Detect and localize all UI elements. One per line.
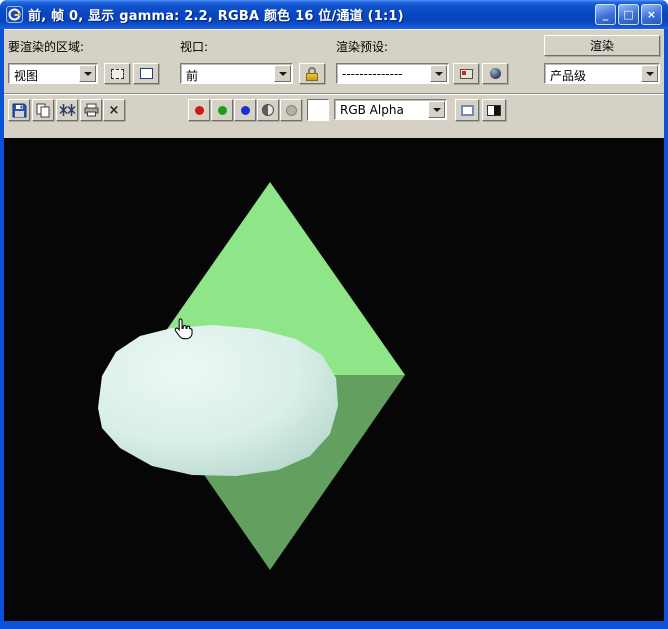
chevron-down-icon[interactable] — [641, 65, 658, 82]
app-icon — [6, 6, 23, 23]
render-button-label: 渲染 — [590, 37, 614, 54]
monochrome-icon — [262, 104, 274, 116]
render-button[interactable]: 渲染 — [544, 35, 660, 56]
environment-dialog-button[interactable] — [482, 63, 508, 84]
viewport-value: 前 — [186, 67, 198, 84]
rendered-image-viewport[interactable] — [4, 138, 664, 621]
ui-overlay-toggle-button[interactable] — [455, 99, 479, 121]
viewport-label: 视口: — [180, 38, 208, 55]
render-setup-button[interactable] — [453, 63, 479, 84]
blue-channel-button[interactable] — [234, 99, 256, 121]
blue-channel-icon — [241, 106, 250, 115]
clone-icon — [59, 103, 76, 117]
window-title: 前, 帧 0, 显示 gamma: 2.2, RGBA 颜色 16 位/通道 (… — [28, 5, 595, 24]
render-quality-select[interactable]: 产品级 — [544, 63, 660, 84]
render-preset-select[interactable]: -------------- — [336, 63, 449, 84]
render-quality-value: 产品级 — [550, 67, 586, 84]
print-image-button[interactable] — [80, 99, 102, 121]
red-channel-button[interactable] — [188, 99, 210, 121]
titlebar[interactable]: 前, 帧 0, 显示 gamma: 2.2, RGBA 颜色 16 位/通道 (… — [0, 0, 668, 29]
render-frame-window: 前, 帧 0, 显示 gamma: 2.2, RGBA 颜色 16 位/通道 (… — [0, 0, 668, 629]
toolbar: 要渲染的区域: 视口: 渲染预设: 渲染 视图 前 -------------- — [4, 29, 664, 138]
close-button[interactable]: × — [641, 4, 662, 25]
clear-x-icon: × — [109, 104, 120, 117]
auto-region-button[interactable] — [133, 63, 159, 84]
floppy-icon — [12, 103, 27, 118]
save-image-button[interactable] — [8, 99, 30, 121]
toolbar-divider — [4, 93, 664, 95]
window-controls: _ □ × — [595, 4, 662, 25]
render-area-label: 要渲染的区域: — [8, 38, 84, 55]
green-channel-button[interactable] — [211, 99, 233, 121]
chevron-down-icon[interactable] — [430, 65, 447, 82]
red-channel-icon — [195, 106, 204, 115]
render-area-value: 视图 — [14, 67, 38, 84]
render-canvas — [4, 138, 664, 621]
clone-window-button[interactable] — [56, 99, 78, 121]
render-area-select[interactable]: 视图 — [8, 63, 98, 84]
black-white-icon — [487, 105, 501, 116]
black-white-display-button[interactable] — [482, 99, 506, 121]
viewport-select[interactable]: 前 — [180, 63, 293, 84]
copy-image-button[interactable] — [32, 99, 54, 121]
alpha-channel-icon — [286, 105, 297, 116]
edit-region-icon — [111, 69, 124, 79]
environment-icon — [490, 68, 501, 79]
lock-icon — [306, 67, 318, 81]
preset-label: 渲染预设: — [336, 38, 388, 55]
printer-icon — [84, 103, 99, 117]
chevron-down-icon[interactable] — [79, 65, 96, 82]
monochrome-button[interactable] — [257, 99, 279, 121]
chevron-down-icon[interactable] — [274, 65, 291, 82]
copy-icon — [36, 103, 51, 118]
viewport-lock-button[interactable] — [299, 63, 325, 84]
background-color-swatch[interactable] — [307, 99, 329, 121]
alpha-channel-button[interactable] — [280, 99, 302, 121]
channel-display-value: RGB Alpha — [340, 103, 404, 117]
frame-overlay-icon — [461, 105, 474, 116]
maximize-button[interactable]: □ — [618, 4, 639, 25]
green-channel-icon — [218, 106, 227, 115]
minimize-button[interactable]: _ — [595, 4, 616, 25]
clear-button[interactable]: × — [103, 99, 125, 121]
render-setup-icon — [460, 69, 473, 79]
capsule-object — [98, 325, 338, 476]
channel-display-select[interactable]: RGB Alpha — [334, 99, 447, 120]
render-preset-value: -------------- — [342, 67, 403, 81]
auto-region-icon — [140, 68, 153, 79]
chevron-down-icon[interactable] — [428, 101, 445, 118]
edit-region-button[interactable] — [104, 63, 130, 84]
